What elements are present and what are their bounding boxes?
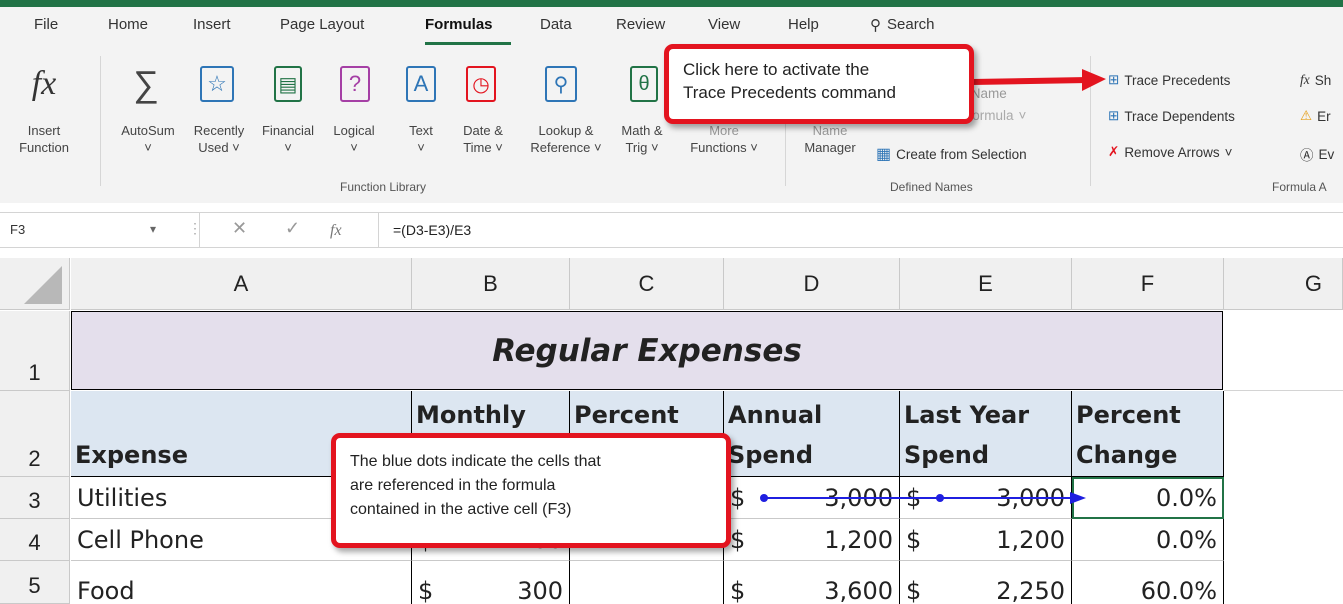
name-box[interactable]: F3 — [0, 213, 200, 247]
row-header-2[interactable]: 2 — [0, 391, 70, 477]
formula-bar-grip: ⋮ — [188, 220, 202, 236]
cell-b5[interactable]: $300 — [412, 561, 570, 604]
autosum-button[interactable]: AutoSum ˅ — [117, 122, 179, 156]
column-header-e[interactable]: E — [900, 258, 1072, 310]
date-time-icon: ◷ — [466, 66, 496, 102]
lookup-reference-button[interactable]: Lookup & Reference ˅ — [524, 122, 608, 156]
sheet-gap — [0, 248, 1343, 258]
row-header-5[interactable]: 5 — [0, 561, 70, 604]
search-icon: ⚲ — [870, 17, 881, 34]
column-header-a[interactable]: A — [71, 258, 412, 310]
chevron-down-icon: ˅ — [1224, 144, 1233, 160]
name-box-dropdown-icon[interactable]: ▾ — [150, 222, 156, 236]
tab-page-layout[interactable]: Page Layout — [280, 16, 364, 33]
insert-function-fx-icon[interactable]: fx — [330, 222, 342, 240]
remove-arrows-button[interactable]: ✗ Remove Arrows ˅ — [1108, 144, 1232, 160]
cell-g1[interactable] — [1224, 311, 1343, 391]
math-trig-icon: θ — [630, 66, 658, 102]
cell-f5[interactable]: 60.0% — [1072, 561, 1224, 604]
precedent-dot-e3 — [936, 494, 944, 502]
tab-formulas[interactable]: Formulas — [425, 16, 493, 33]
row-header-3[interactable]: 3 — [0, 477, 70, 519]
column-header-d[interactable]: D — [724, 258, 900, 310]
title-cell[interactable]: Regular Expenses — [71, 311, 1223, 390]
select-all-triangle-icon — [24, 266, 62, 304]
callout-pointer-arrow — [971, 69, 1106, 91]
column-header-f[interactable]: F — [1072, 258, 1224, 310]
ribbon-separator — [100, 56, 101, 186]
insert-function-button[interactable]: Insert Function — [4, 122, 84, 156]
function-library-label: Function Library — [340, 180, 427, 194]
formula-auditing-label: Formula A — [1272, 180, 1327, 194]
active-tab-indicator — [425, 42, 511, 45]
recently-used-button[interactable]: Recently Used ˅ — [184, 122, 254, 156]
chevron-down-icon: ˅ — [144, 140, 152, 155]
tab-data[interactable]: Data — [540, 16, 572, 33]
trace-precedents-callout: Click here to activate the Trace Precede… — [664, 44, 974, 124]
logical-button[interactable]: Logical ˅ — [328, 122, 380, 156]
text-function-button[interactable]: Text ˅ — [402, 122, 440, 156]
lookup-reference-icon: ⚲ — [545, 66, 577, 102]
enter-icon[interactable]: ✓ — [285, 218, 300, 239]
financial-icon: ▤ — [274, 66, 302, 102]
header-last-year-spend[interactable]: Last Year Spend — [900, 391, 1072, 477]
create-from-selection-icon: ▦ — [876, 146, 892, 163]
row-header-1[interactable]: 1 — [0, 311, 70, 391]
show-formulas-icon: fx — [1300, 72, 1310, 87]
column-header-g[interactable]: G — [1224, 258, 1343, 310]
evaluate-formula-icon: Ⓐ — [1300, 148, 1314, 163]
cell-e4[interactable]: $1,200 — [900, 519, 1072, 561]
select-all-button[interactable] — [0, 258, 70, 310]
header-annual-spend[interactable]: Annual Spend — [724, 391, 900, 477]
search-box[interactable]: ⚲ Search — [870, 16, 935, 34]
math-trig-button[interactable]: Math & Trig ˅ — [612, 122, 672, 156]
column-header-c[interactable]: C — [570, 258, 724, 310]
error-checking-button[interactable]: ⚠ Er — [1300, 108, 1331, 124]
name-manager-button[interactable]: Name Manager — [795, 122, 865, 156]
date-time-button[interactable]: Date & Time ˅ — [448, 122, 518, 156]
header-percent-change[interactable]: Percent Change — [1072, 391, 1224, 477]
row-header-4[interactable]: 4 — [0, 519, 70, 561]
create-from-selection-button[interactable]: ▦ Create from Selection — [876, 144, 1027, 164]
logical-icon: ? — [340, 66, 370, 102]
show-formulas-button[interactable]: fx Sh — [1300, 72, 1331, 88]
trace-precedents-button[interactable]: ⊞ Trace Precedents — [1108, 72, 1230, 88]
cell-c5[interactable] — [570, 561, 724, 604]
title-bar-strip — [0, 0, 1343, 7]
arrowhead-icon — [1070, 492, 1086, 504]
tab-review[interactable]: Review — [616, 16, 665, 33]
autosum-icon: ∑ — [133, 63, 159, 104]
recently-used-icon: ☆ — [200, 66, 234, 102]
remove-arrows-icon: ✗ — [1108, 144, 1120, 159]
cell-e5[interactable]: $2,250 — [900, 561, 1072, 604]
cell-f4[interactable]: 0.0% — [1072, 519, 1224, 561]
trace-dependents-button[interactable]: ⊞ Trace Dependents — [1108, 108, 1235, 124]
tab-home[interactable]: Home — [108, 16, 148, 33]
tab-help[interactable]: Help — [788, 16, 819, 33]
blue-dots-callout: The blue dots indicate the cells that ar… — [331, 433, 731, 548]
cell-f3-active[interactable]: 0.0% — [1072, 477, 1224, 519]
insert-function-icon: fx — [31, 65, 57, 102]
formula-input[interactable]: =(D3-E3)/E3 — [393, 222, 471, 238]
text-function-icon: A — [406, 66, 436, 102]
cancel-icon[interactable]: ✕ — [232, 218, 247, 239]
formula-bar-divider — [378, 213, 379, 247]
tab-file[interactable]: File — [34, 16, 58, 33]
cell-d5[interactable]: $3,600 — [724, 561, 900, 604]
cell-d4[interactable]: $1,200 — [724, 519, 900, 561]
financial-button[interactable]: Financial ˅ — [257, 122, 319, 156]
trace-dependents-icon: ⊞ — [1108, 108, 1120, 123]
tab-insert[interactable]: Insert — [193, 16, 231, 33]
cell-a5[interactable]: Food — [71, 561, 412, 604]
more-functions-button[interactable]: More Functions ˅ — [678, 122, 770, 156]
defined-names-label: Defined Names — [890, 180, 973, 194]
evaluate-formula-button[interactable]: Ⓐ Ev — [1300, 144, 1334, 164]
tab-view[interactable]: View — [708, 16, 740, 33]
trace-precedents-arrow — [760, 492, 1086, 504]
precedent-dot-d3 — [760, 494, 768, 502]
warning-icon: ⚠ — [1300, 108, 1313, 123]
column-header-b[interactable]: B — [412, 258, 570, 310]
